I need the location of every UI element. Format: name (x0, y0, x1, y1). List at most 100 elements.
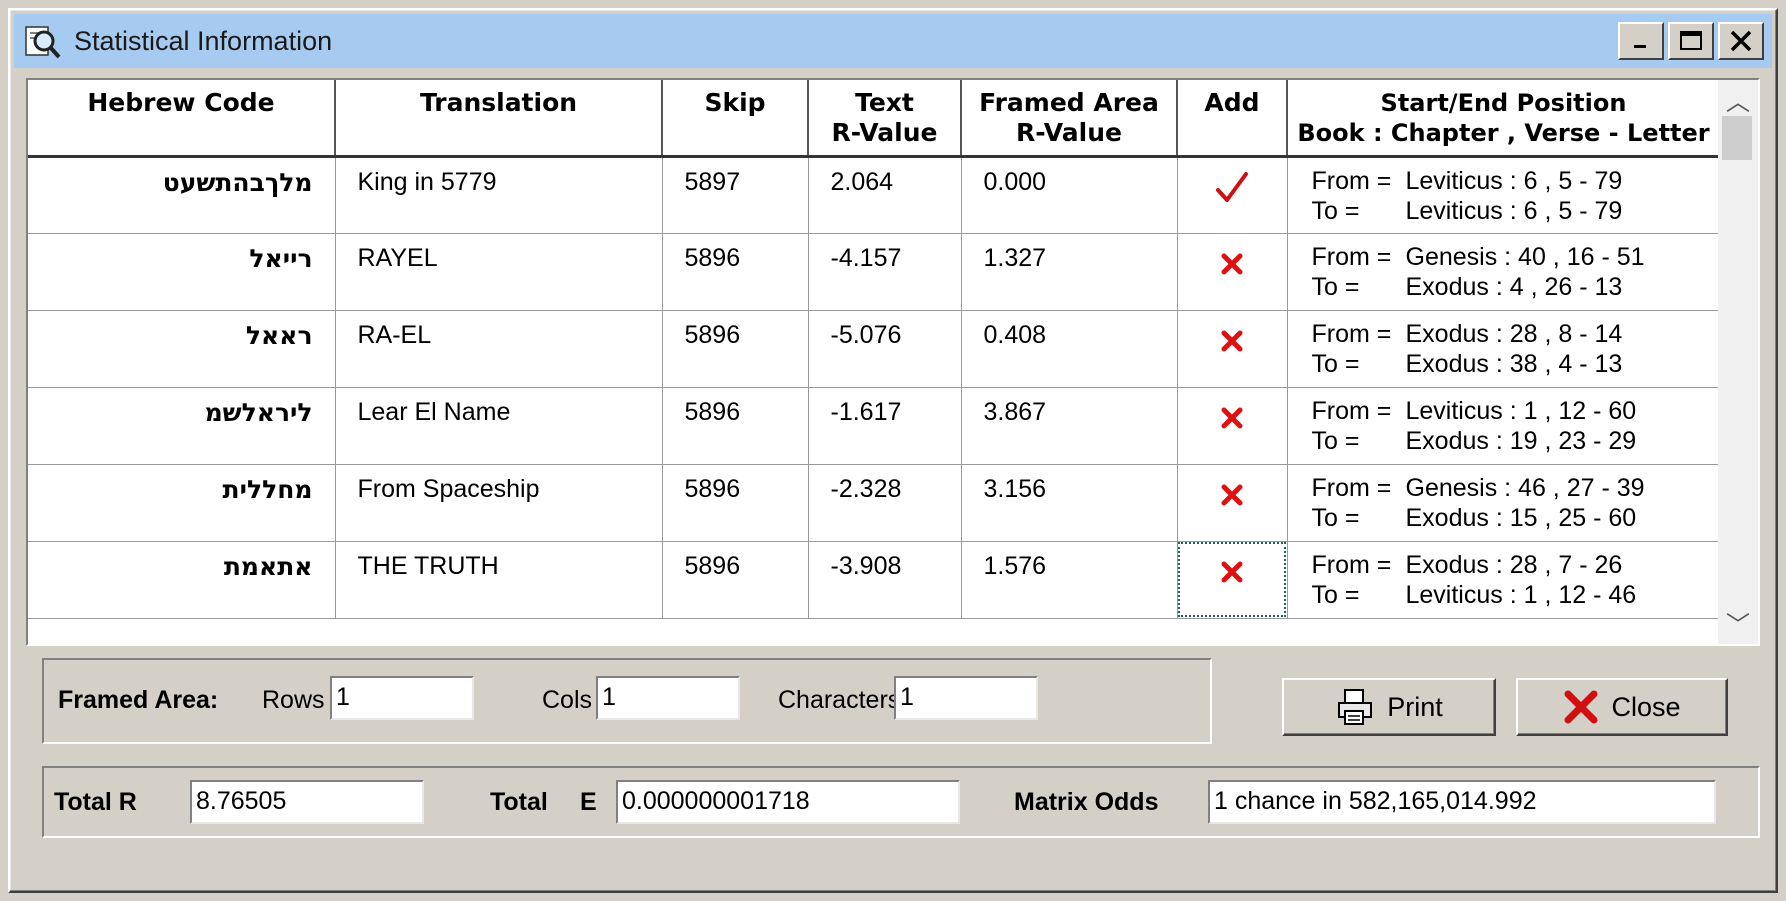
red-x-icon (1564, 690, 1598, 724)
to-position: Leviticus : 1 , 12 - 46 (1405, 580, 1637, 609)
print-button[interactable]: Print (1282, 678, 1496, 736)
translation-cell[interactable]: RA-EL (335, 310, 663, 388)
results-grid[interactable]: Hebrew Code Translation Skip Text R-Value… (26, 78, 1760, 646)
translation-cell[interactable]: From Spaceship (335, 464, 663, 542)
minimize-icon (1634, 45, 1646, 48)
text-r-value-cell[interactable]: -4.157 (808, 233, 962, 311)
translation-cell[interactable]: Lear El Name (335, 387, 663, 465)
text-r-value-cell[interactable]: -1.617 (808, 387, 962, 465)
header-hebrew-code[interactable]: Hebrew Code (28, 80, 336, 158)
header-text-r-value[interactable]: Text R-Value (808, 80, 962, 158)
to-label: To = (1311, 426, 1360, 455)
table-row[interactable]: ראאל RA-EL 5896 -5.076 0.408 From = Exodus : 2… (28, 310, 1721, 388)
translation-cell[interactable]: THE TRUTH (335, 541, 663, 619)
framed-area-label: Framed Area: (58, 686, 219, 714)
skip-cell[interactable]: 5897 (662, 156, 809, 234)
table-row[interactable]: מלךבהתשעט King in 5779 5897 2.064 0.000 From … (28, 156, 1721, 234)
close-button-label: Close (1611, 691, 1681, 722)
skip-cell[interactable]: 5896 (662, 310, 809, 388)
from-position: Exodus : 28 , 7 - 26 (1405, 550, 1623, 579)
framed-r-value-cell[interactable]: 1.327 (961, 233, 1178, 311)
x-mark-icon (1221, 330, 1243, 351)
framed-r-value-cell[interactable]: 0.408 (961, 310, 1178, 388)
framed-r-value-cell[interactable]: 3.867 (961, 387, 1178, 465)
check-icon (1216, 171, 1248, 202)
cols-label: Cols (542, 686, 593, 714)
skip-cell[interactable]: 5896 (662, 233, 809, 311)
matrix-odds-field[interactable]: 1 chance in 582,165,014.992 (1208, 780, 1716, 824)
maximize-button[interactable] (1668, 22, 1714, 60)
close-button[interactable]: Close (1516, 678, 1728, 736)
to-position: Leviticus : 6 , 5 - 79 (1405, 196, 1623, 225)
framed-r-value-cell[interactable]: 3.156 (961, 464, 1178, 542)
framed-r-value-cell[interactable]: 1.576 (961, 541, 1178, 619)
characters-input[interactable]: 1 (894, 676, 1038, 720)
from-position: Leviticus : 1 , 12 - 60 (1405, 396, 1637, 425)
scrollbar-thumb[interactable] (1722, 116, 1752, 160)
position-cell[interactable]: From = Leviticus : 1 , 12 - 60 To = Exodus … (1287, 387, 1721, 465)
close-window-button[interactable] (1718, 22, 1764, 60)
add-toggle-cell[interactable] (1177, 387, 1288, 465)
position-cell[interactable]: From = Leviticus : 6 , 5 - 79 To = Leviticu… (1287, 156, 1721, 234)
add-toggle-cell[interactable] (1177, 541, 1288, 619)
framed-r-value-cell[interactable]: 0.000 (961, 156, 1178, 234)
position-cell[interactable]: From = Genesis : 46 , 27 - 39 To = Exodus :… (1287, 464, 1721, 542)
position-cell[interactable]: From = Genesis : 40 , 16 - 51 To = Exodus :… (1287, 233, 1721, 311)
skip-cell[interactable]: 5896 (662, 387, 809, 465)
total-r-label: Total R (54, 788, 137, 816)
total-r-field[interactable]: 8.76505 (190, 780, 424, 824)
from-position: Leviticus : 6 , 5 - 79 (1405, 166, 1623, 195)
to-position: Exodus : 38 , 4 - 13 (1405, 349, 1623, 378)
header-framed-area-r-value[interactable]: Framed Area R-Value (961, 80, 1178, 158)
cols-input[interactable]: 1 (596, 676, 740, 720)
add-toggle-cell[interactable] (1177, 233, 1288, 311)
hebrew-code-cell[interactable]: ראאל (28, 310, 336, 388)
to-label: To = (1311, 272, 1360, 301)
maximize-icon (1680, 31, 1702, 50)
table-row[interactable]: ליראלשמ Lear El Name 5896 -1.617 3.867 From =… (28, 387, 1721, 465)
skip-cell[interactable]: 5896 (662, 464, 809, 542)
minimize-button[interactable] (1618, 22, 1664, 60)
table-row[interactable]: רייאל RAYEL 5896 -4.157 1.327 From = Genesis :… (28, 233, 1721, 311)
total-e-field[interactable]: 0.000000001718 (616, 780, 960, 824)
rows-input[interactable]: 1 (330, 676, 474, 720)
print-button-label: Print (1387, 691, 1443, 722)
scroll-up-icon[interactable]: ︿ (1726, 82, 1750, 117)
table-row[interactable]: אתאמת THE TRUTH 5896 -3.908 1.576 From = Exodu… (28, 541, 1721, 619)
header-position[interactable]: Start/End Position Book : Chapter , Verse… (1287, 80, 1721, 158)
hebrew-code-cell[interactable]: מחללית (28, 464, 336, 542)
from-position: Exodus : 28 , 8 - 14 (1405, 319, 1623, 348)
header-skip[interactable]: Skip (662, 80, 809, 158)
text-r-value-cell[interactable]: -5.076 (808, 310, 962, 388)
to-label: To = (1311, 196, 1360, 225)
from-label: From = (1311, 473, 1392, 502)
add-toggle-cell[interactable] (1177, 464, 1288, 542)
header-add[interactable]: Add (1177, 80, 1288, 158)
total-e-letter: E (580, 788, 597, 816)
position-cell[interactable]: From = Exodus : 28 , 7 - 26 To = Leviticus … (1287, 541, 1721, 619)
table-row[interactable]: מחללית From Spaceship 5896 -2.328 3.156 From … (28, 464, 1721, 542)
hebrew-code-cell[interactable]: רייאל (28, 233, 336, 311)
to-position: Exodus : 4 , 26 - 13 (1405, 272, 1623, 301)
header-translation[interactable]: Translation (335, 80, 663, 158)
add-toggle-cell[interactable] (1177, 156, 1288, 234)
skip-cell[interactable]: 5896 (662, 541, 809, 619)
hebrew-code-cell[interactable]: מלךבהתשעט (28, 156, 336, 234)
hebrew-code-cell[interactable]: אתאמת (28, 541, 336, 619)
scroll-down-icon[interactable]: ﹀ (1726, 605, 1750, 640)
characters-label: Characters (778, 686, 901, 714)
add-toggle-cell[interactable] (1177, 310, 1288, 388)
x-mark-icon (1221, 484, 1243, 505)
title-bar[interactable]: Statistical Information (14, 14, 1772, 68)
x-mark-icon (1221, 407, 1243, 428)
translation-cell[interactable]: RAYEL (335, 233, 663, 311)
translation-cell[interactable]: King in 5779 (335, 156, 663, 234)
hebrew-code-cell[interactable]: ליראלשמ (28, 387, 336, 465)
to-position: Exodus : 19 , 23 - 29 (1405, 426, 1637, 455)
x-mark-icon (1221, 561, 1243, 582)
text-r-value-cell[interactable]: 2.064 (808, 156, 962, 234)
position-cell[interactable]: From = Exodus : 28 , 8 - 14 To = Exodus : 3… (1287, 310, 1721, 388)
grid-vertical-scrollbar[interactable]: ︿ ﹀ (1718, 80, 1758, 644)
text-r-value-cell[interactable]: -3.908 (808, 541, 962, 619)
text-r-value-cell[interactable]: -2.328 (808, 464, 962, 542)
